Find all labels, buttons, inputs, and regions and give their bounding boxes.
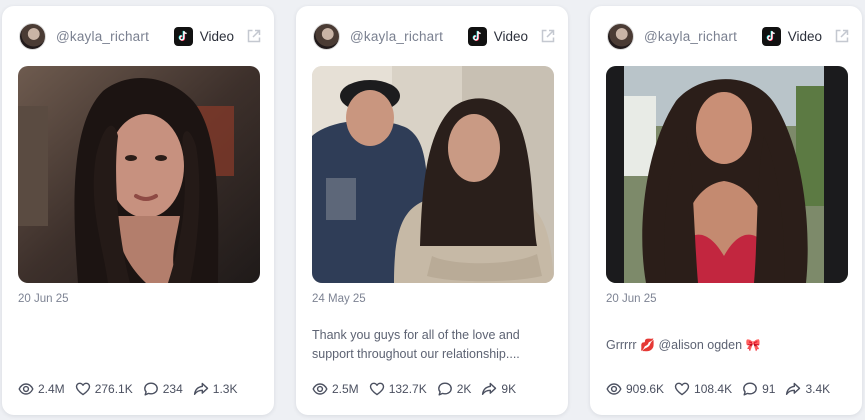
likes-count: 132.7K: [388, 382, 427, 396]
external-link-icon[interactable]: [540, 28, 556, 44]
comment-icon: [437, 381, 453, 397]
share-icon: [785, 381, 801, 397]
avatar[interactable]: [19, 22, 46, 50]
eye-icon: [312, 381, 328, 397]
username[interactable]: @kayla_richart: [350, 29, 468, 44]
kiss-mark-emoji: 💋: [640, 338, 655, 352]
views-stat: 909.6K: [606, 381, 664, 397]
share-icon: [193, 381, 209, 397]
views-count: 2.4M: [38, 382, 65, 396]
shares-stat: 3.4K: [785, 381, 830, 397]
shares-count: 9K: [501, 382, 517, 396]
shares-count: 3.4K: [805, 382, 831, 396]
caption-mention: @alison ogden: [654, 338, 746, 352]
ribbon-emoji: 🎀: [745, 338, 761, 352]
shares-stat: 9K: [481, 381, 516, 397]
views-count: 2.5M: [332, 382, 359, 396]
post-caption: Thank you guys for all of the love and s…: [312, 328, 520, 361]
share-icon: [481, 381, 497, 397]
likes-stat: 132.7K: [369, 381, 427, 397]
views-count: 909.6K: [626, 382, 665, 396]
comment-icon: [742, 381, 758, 397]
post-card[interactable]: @kayla_richart Video 24 May 25 Thank you…: [296, 6, 568, 415]
video-thumbnail[interactable]: [312, 66, 554, 283]
caption-text: Grrrrr: [606, 338, 641, 352]
shares-count: 1.3K: [212, 382, 238, 396]
post-header: @kayla_richart Video: [313, 21, 556, 51]
views-stat: 2.5M: [312, 381, 359, 397]
post-card[interactable]: @kayla_richart Video 20 Jun 25 Grrrrr 💋 …: [590, 6, 862, 415]
post-type-label: Video: [199, 28, 234, 44]
avatar[interactable]: [313, 22, 340, 50]
post-caption: Grrrrr 💋 @alison ogden 🎀: [606, 336, 846, 355]
post-date: 20 Jun 25: [606, 293, 657, 305]
post-header: @kayla_richart Video: [19, 21, 262, 51]
post-stats: 2.4M 276.1K 234 1.3K: [18, 380, 264, 398]
post-date: 20 Jun 25: [18, 293, 69, 305]
shares-stat: 1.3K: [193, 381, 238, 397]
post-stats: 2.5M 132.7K 2K 9K: [312, 380, 558, 398]
likes-stat: 276.1K: [75, 381, 133, 397]
video-thumbnail[interactable]: [606, 66, 848, 283]
comments-stat: 91: [742, 381, 775, 397]
external-link-icon[interactable]: [246, 28, 262, 44]
tiktok-icon: [467, 26, 487, 46]
post-header: @kayla_richart Video: [607, 21, 850, 51]
comments-stat: 234: [143, 381, 183, 397]
comments-count: 2K: [456, 382, 472, 396]
heart-icon: [674, 381, 690, 397]
username[interactable]: @kayla_richart: [644, 29, 762, 44]
tiktok-icon: [761, 26, 781, 46]
comments-count: 91: [762, 382, 776, 396]
likes-count: 276.1K: [94, 382, 133, 396]
video-thumbnail[interactable]: [18, 66, 260, 283]
comments-stat: 2K: [437, 381, 472, 397]
post-date: 24 May 25: [312, 293, 366, 305]
heart-icon: [75, 381, 91, 397]
post-type-label: Video: [493, 28, 528, 44]
external-link-icon[interactable]: [834, 28, 850, 44]
heart-icon: [369, 381, 385, 397]
username[interactable]: @kayla_richart: [56, 29, 174, 44]
post-card[interactable]: @kayla_richart Video 20 Jun 25 2.4M 276.…: [2, 6, 274, 415]
likes-stat: 108.4K: [674, 381, 732, 397]
avatar[interactable]: [607, 22, 634, 50]
likes-count: 108.4K: [694, 382, 733, 396]
comments-count: 234: [162, 382, 183, 396]
post-stats: 909.6K 108.4K 91 3.4K: [606, 380, 852, 398]
post-type-label: Video: [787, 28, 822, 44]
eye-icon: [18, 381, 34, 397]
comment-icon: [143, 381, 159, 397]
eye-icon: [606, 381, 622, 397]
tiktok-icon: [173, 26, 193, 46]
views-stat: 2.4M: [18, 381, 65, 397]
